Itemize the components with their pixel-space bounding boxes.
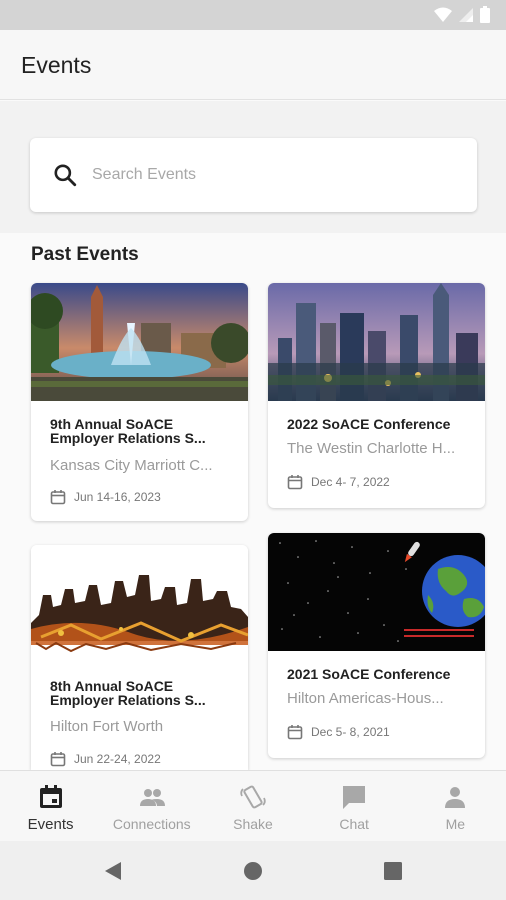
system-nav-bar	[0, 841, 506, 900]
people-icon	[139, 789, 165, 806]
event-card[interactable]: 9th Annual SoACE Employer Relations S...…	[31, 283, 248, 521]
nav-shake[interactable]: Shake	[202, 771, 303, 842]
calendar-icon	[39, 785, 62, 808]
page-title: Events	[21, 52, 92, 78]
event-card[interactable]: 8th Annual SoACE Employer Relations S...…	[31, 545, 248, 770]
event-date: Jun 14-16, 2023	[74, 490, 161, 504]
calendar-icon	[50, 490, 66, 505]
event-image	[31, 283, 248, 401]
nav-chat[interactable]: Chat	[304, 771, 405, 842]
nav-label: Me	[445, 816, 466, 832]
event-date-row: Dec 4- 7, 2022	[287, 474, 390, 490]
event-venue: Kansas City Marriott C...	[50, 457, 213, 474]
nav-label: Events	[27, 816, 74, 833]
event-card[interactable]: 2021 SoACE Conference Hilton Americas-Ho…	[268, 533, 485, 758]
event-venue: Hilton Americas-Hous...	[287, 690, 444, 707]
status-bar	[0, 0, 506, 30]
bottom-nav: Events Connections Shake Chat Me	[0, 770, 506, 841]
chat-icon	[343, 786, 366, 809]
event-venue: Hilton Fort Worth	[50, 718, 164, 735]
event-title: 2022 SoACE Conference	[287, 416, 451, 432]
nav-me[interactable]: Me	[405, 771, 506, 842]
nav-connections[interactable]: Connections	[101, 771, 202, 842]
app-bar: Events	[0, 30, 506, 100]
calendar-icon	[287, 725, 303, 740]
event-date-row: Jun 22-24, 2022	[50, 751, 161, 767]
event-card[interactable]: 2022 SoACE Conference The Westin Charlot…	[268, 283, 485, 508]
home-icon[interactable]	[241, 859, 265, 883]
event-date: Dec 5- 8, 2021	[311, 725, 390, 739]
status-icons	[434, 6, 490, 23]
event-title: 8th Annual SoACE Employer Relations S...	[50, 678, 206, 708]
calendar-icon	[287, 475, 303, 490]
event-title: 9th Annual SoACE Employer Relations S...	[50, 416, 206, 446]
back-icon[interactable]	[101, 859, 125, 883]
event-date-row: Jun 14-16, 2023	[50, 489, 161, 505]
wifi-icon	[434, 7, 452, 22]
nav-events[interactable]: Events	[0, 771, 101, 842]
search-input[interactable]: Search Events	[30, 138, 477, 212]
event-date-row: Dec 5- 8, 2021	[287, 724, 390, 740]
shake-icon	[240, 785, 266, 809]
search-placeholder: Search Events	[92, 166, 197, 183]
signal-icon	[459, 7, 473, 22]
calendar-icon	[50, 752, 66, 767]
person-icon	[445, 787, 466, 808]
event-image	[31, 545, 248, 663]
event-venue: The Westin Charlotte H...	[287, 440, 456, 457]
nav-label: Shake	[233, 816, 273, 832]
event-date: Jun 22-24, 2022	[74, 752, 161, 766]
event-title: 2021 SoACE Conference	[287, 666, 451, 682]
event-image	[268, 533, 485, 651]
event-date: Dec 4- 7, 2022	[311, 475, 390, 489]
recents-icon[interactable]	[381, 859, 405, 883]
nav-label: Connections	[112, 816, 191, 832]
nav-label: Chat	[339, 816, 369, 832]
section-title: Past Events	[31, 244, 139, 265]
battery-icon	[480, 6, 490, 23]
event-image	[268, 283, 485, 401]
search-area: Search Events	[0, 101, 506, 233]
search-icon	[54, 164, 77, 187]
